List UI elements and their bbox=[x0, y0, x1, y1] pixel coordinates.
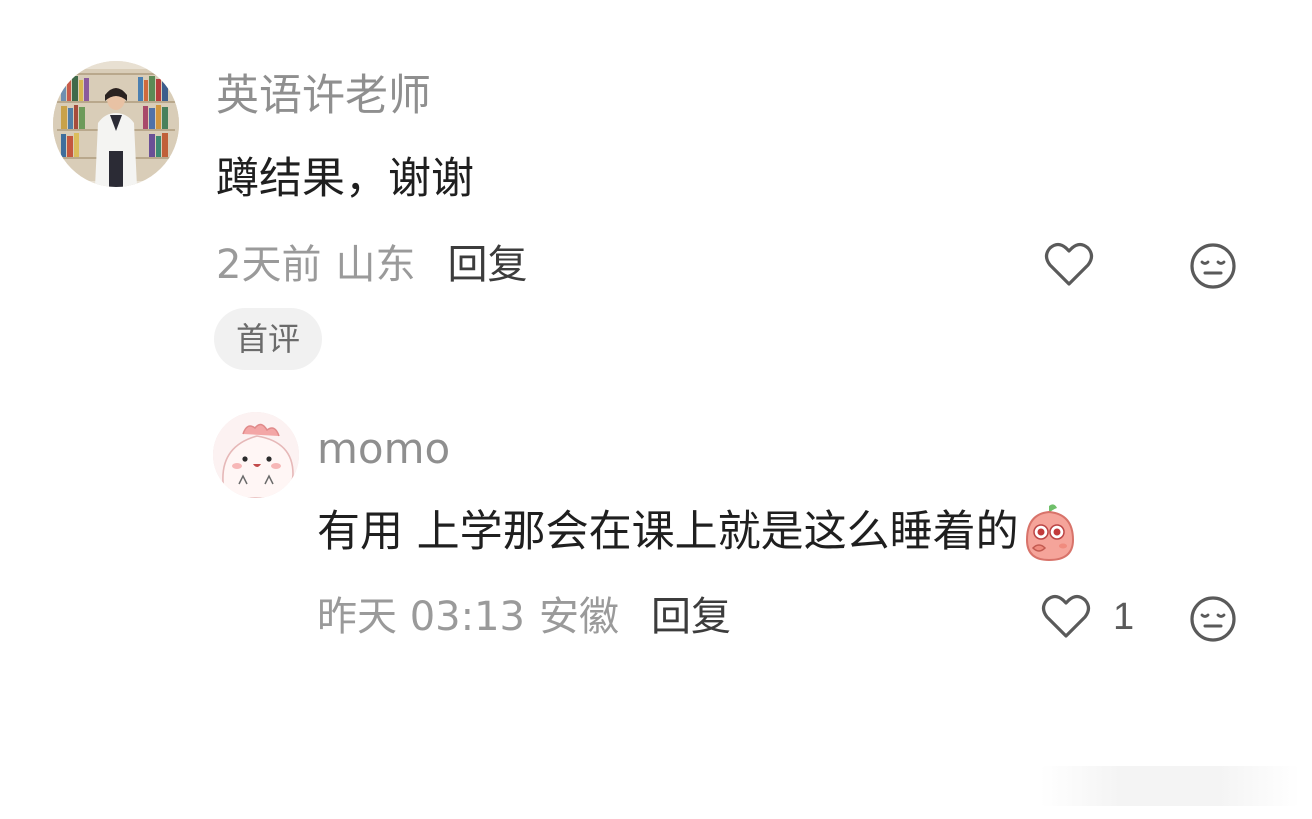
user-avatar[interactable] bbox=[53, 61, 179, 187]
reply-location: 安徽 bbox=[539, 594, 619, 640]
like-button[interactable] bbox=[1044, 242, 1094, 288]
neutral-face-icon bbox=[1190, 243, 1236, 289]
comment-meta: 2天前 山东 回复 bbox=[216, 240, 527, 290]
heart-outline-icon bbox=[1041, 594, 1091, 638]
comment-time: 2天前 bbox=[216, 242, 322, 288]
pink-cartoon-avatar-icon bbox=[213, 412, 299, 498]
comment-location: 山东 bbox=[335, 242, 416, 288]
reply-reply-button[interactable]: 回复 bbox=[651, 592, 731, 642]
reply-like-count: 1 bbox=[1113, 596, 1135, 638]
comment-item: 英语许老师 蹲结果，谢谢 2天前 山东 回复 首评 bbox=[0, 0, 1312, 400]
comment-text: 蹲结果，谢谢 bbox=[216, 154, 474, 204]
comment-username[interactable]: 英语许老师 bbox=[216, 70, 431, 122]
reply-reaction-button[interactable] bbox=[1189, 595, 1237, 643]
first-comment-badge: 首评 bbox=[214, 308, 323, 370]
reply-button[interactable]: 回复 bbox=[447, 240, 527, 290]
peach-sticker-icon bbox=[1021, 502, 1077, 562]
reaction-button[interactable] bbox=[1189, 242, 1237, 290]
heart-outline-icon bbox=[1044, 242, 1094, 286]
reply-time: 昨天 03:13 bbox=[317, 594, 525, 640]
reply-text-line: 有用 上学那会在课上就是这么睡着的 bbox=[317, 502, 1077, 562]
reply-like-button[interactable]: 1 bbox=[1041, 594, 1134, 640]
neutral-face-icon bbox=[1190, 596, 1236, 642]
reply-username[interactable]: momo bbox=[317, 424, 450, 474]
person-photo-avatar-icon bbox=[53, 61, 179, 187]
reply-text: 有用 上学那会在课上就是这么睡着的 bbox=[317, 507, 1019, 557]
reply-meta: 昨天 03:13 安徽 回复 bbox=[317, 592, 731, 642]
reply-user-avatar[interactable] bbox=[213, 412, 299, 498]
watermark bbox=[1040, 766, 1300, 806]
